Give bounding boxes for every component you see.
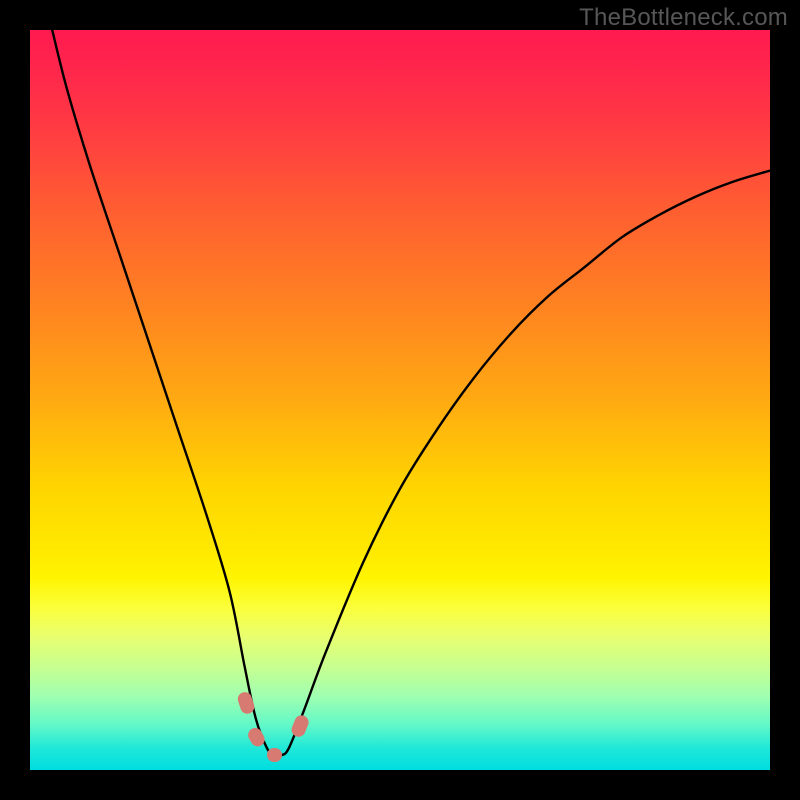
watermark-text: TheBottleneck.com — [579, 4, 788, 32]
highlight-bottom — [267, 748, 282, 762]
bottleneck-curve — [30, 30, 770, 770]
chart-plot-area — [30, 30, 770, 770]
